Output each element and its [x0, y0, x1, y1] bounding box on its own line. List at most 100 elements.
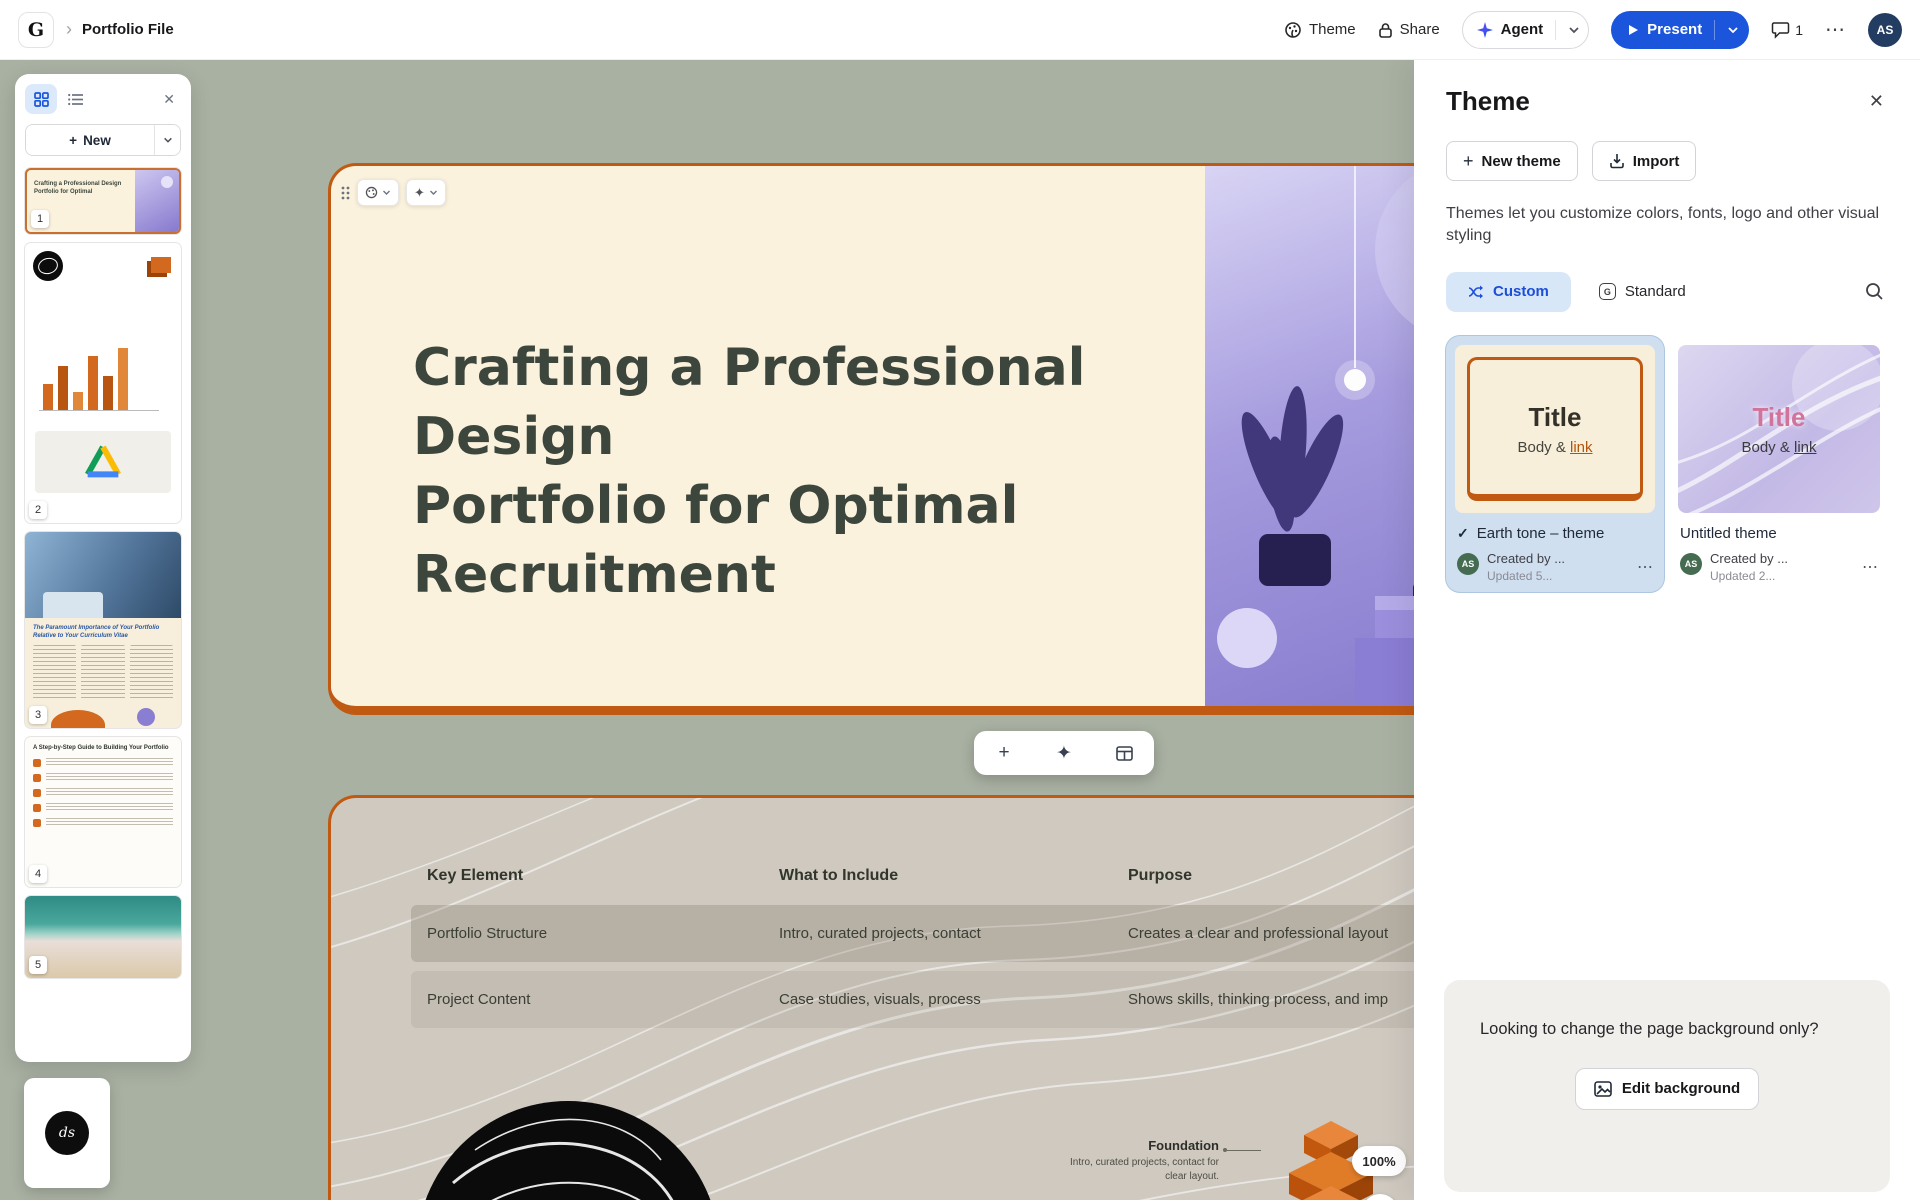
table-cell: Shows skills, thinking process, and imp [1112, 991, 1461, 1008]
breadcrumb-chevron-icon: › [66, 19, 72, 40]
thumbnail-cube-decor [151, 257, 171, 273]
slide-thumbnail-5[interactable]: 5 [25, 896, 181, 978]
content-table[interactable]: Key Element What to Include Purpose Port… [411, 856, 1461, 1028]
agent-dropdown-chevron-icon[interactable] [1568, 24, 1580, 36]
diagram-label: Foundation [971, 1138, 1219, 1153]
theme-card-earth-tone[interactable]: Title Body & link ✓ Earth tone – theme A… [1446, 336, 1664, 592]
divider [1555, 20, 1556, 40]
selected-check-icon: ✓ [1457, 525, 1469, 542]
table-row[interactable]: Project Content Case studies, visuals, p… [411, 971, 1461, 1028]
slide-title[interactable]: Crafting a Professional Design Portfolio… [413, 334, 1113, 611]
created-by-text: Created by ... [1710, 551, 1788, 566]
preview-title: Title [1529, 402, 1582, 433]
new-slide-split-button: + New [25, 124, 181, 156]
drag-handle-icon[interactable] [340, 185, 350, 201]
tab-standard[interactable]: G Standard [1583, 272, 1702, 312]
navigator-toolbar: ✕ [25, 84, 181, 114]
theme-panel: Theme ✕ + New theme Import Themes let yo… [1414, 60, 1920, 1200]
thumbnail-marble-decor [33, 251, 63, 281]
thumbnail-heading-text: A Step-by-Step Guide to Building Your Po… [25, 737, 181, 755]
present-dropdown-chevron-icon[interactable] [1727, 24, 1739, 36]
edit-background-button[interactable]: Edit background [1575, 1068, 1759, 1110]
slide-1-card[interactable]: Crafting a Professional Design Portfolio… [328, 163, 1508, 715]
creator-avatar: AS [1680, 553, 1702, 575]
diagram-description: Intro, curated projects, contact for cle… [1059, 1156, 1219, 1183]
new-theme-button[interactable]: + New theme [1446, 141, 1578, 181]
background-helper-text: Looking to change the page background on… [1480, 1018, 1820, 1042]
table-cell: Portfolio Structure [411, 925, 763, 942]
lock-icon [1378, 22, 1393, 38]
chevron-down-icon [429, 188, 438, 197]
slide-thumbnail-2[interactable]: 2 [25, 243, 181, 523]
play-icon [1627, 24, 1639, 36]
card-ai-button[interactable]: ✦ [406, 179, 446, 206]
top-bar: G › Portfolio File Theme Share Agent [0, 0, 1920, 60]
slide-thumbnail-1[interactable]: Crafting a Professional Design Portfolio… [25, 168, 181, 234]
thumbnail-blob-decor [51, 710, 105, 728]
table-header: Key Element [411, 867, 763, 885]
zoom-level-badge[interactable]: 100% [1352, 1146, 1406, 1176]
slide-number-badge: 3 [29, 706, 47, 724]
close-navigator-button[interactable]: ✕ [157, 87, 181, 112]
panel-title: Theme [1446, 86, 1530, 117]
thumbnail-title-text: Crafting a Professional Design Portfolio… [34, 180, 122, 197]
thumbnail-sphere-decor [137, 708, 155, 726]
ai-insert-button[interactable]: ✦ [1034, 731, 1094, 775]
tab-custom[interactable]: Custom [1446, 272, 1571, 312]
more-options-button[interactable]: ⋯ [1825, 17, 1846, 42]
present-button[interactable]: Present [1611, 11, 1749, 49]
search-themes-button[interactable] [1861, 278, 1888, 305]
add-card-button[interactable]: + [974, 731, 1034, 775]
grid-view-button[interactable] [25, 84, 57, 114]
updated-text: Updated 2... [1710, 569, 1788, 583]
slide-thumbnail-6[interactable]: ds [24, 1078, 110, 1188]
slide-thumbnail-4[interactable]: A Step-by-Step Guide to Building Your Po… [25, 737, 181, 887]
creator-avatar: AS [1457, 553, 1479, 575]
new-slide-dropdown-button[interactable] [154, 125, 180, 155]
created-by-text: Created by ... [1487, 551, 1565, 566]
theme-button[interactable]: Theme [1284, 21, 1356, 39]
theme-card-untitled[interactable]: Title Body & link Untitled theme AS Crea… [1678, 336, 1880, 583]
preview-link: link [1794, 439, 1817, 456]
view-toggle [25, 84, 91, 114]
gamma-logo[interactable]: G [18, 12, 54, 48]
theme-preview: Title Body & link [1678, 345, 1880, 513]
table-row[interactable]: Portfolio Structure Intro, curated proje… [411, 905, 1461, 962]
panel-description: Themes let you customize colors, fonts, … [1446, 203, 1886, 248]
import-theme-button[interactable]: Import [1592, 141, 1697, 181]
slide-navigator-panel: ✕ + New Crafting a Professional Design P… [15, 74, 191, 1062]
theme-card-menu-button[interactable]: ⋯ [1862, 557, 1878, 577]
plus-icon: + [69, 133, 77, 148]
comments-button[interactable]: 1 [1771, 20, 1803, 39]
slide-thumbnail-3[interactable]: The Paramount Importance of Your Portfol… [25, 532, 181, 728]
palette-icon [365, 186, 378, 199]
thumbnail-heading-text: The Paramount Importance of Your Portfol… [25, 618, 181, 643]
close-panel-button[interactable]: ✕ [1865, 87, 1888, 116]
table-header-row: Key Element What to Include Purpose [411, 856, 1461, 896]
theme-card-menu-button[interactable]: ⋯ [1637, 557, 1653, 577]
plus-icon: + [1463, 151, 1474, 172]
agent-button[interactable]: Agent [1462, 11, 1590, 49]
slide-number-badge: 2 [29, 501, 47, 519]
table-cell: Case studies, visuals, process [763, 991, 1112, 1008]
layout-insert-button[interactable] [1094, 731, 1154, 775]
document-title: Portfolio File [82, 21, 174, 38]
card-color-button[interactable] [357, 179, 399, 206]
image-icon [1594, 1081, 1612, 1097]
thumbnail-text-columns [25, 643, 181, 701]
updated-text: Updated 5... [1487, 569, 1565, 583]
list-view-button[interactable] [59, 84, 91, 114]
new-slide-button[interactable]: + New [26, 125, 154, 155]
table-header: Purpose [1112, 867, 1461, 885]
pyramid-labels: Foundation Intro, curated projects, cont… [971, 1138, 1219, 1200]
share-button[interactable]: Share [1378, 21, 1440, 38]
slide-number-badge: 1 [31, 210, 49, 228]
user-avatar[interactable]: AS [1868, 13, 1902, 47]
theme-name: Untitled theme [1680, 525, 1777, 542]
preview-link: link [1570, 439, 1593, 456]
table-cell: Creates a clear and professional layout [1112, 925, 1461, 942]
slide-2-card[interactable]: Key Element What to Include Purpose Port… [328, 795, 1508, 1200]
thumbnail-bar-chart [39, 339, 159, 411]
table-header: What to Include [763, 867, 1112, 885]
thumbnail-photo [25, 532, 181, 618]
